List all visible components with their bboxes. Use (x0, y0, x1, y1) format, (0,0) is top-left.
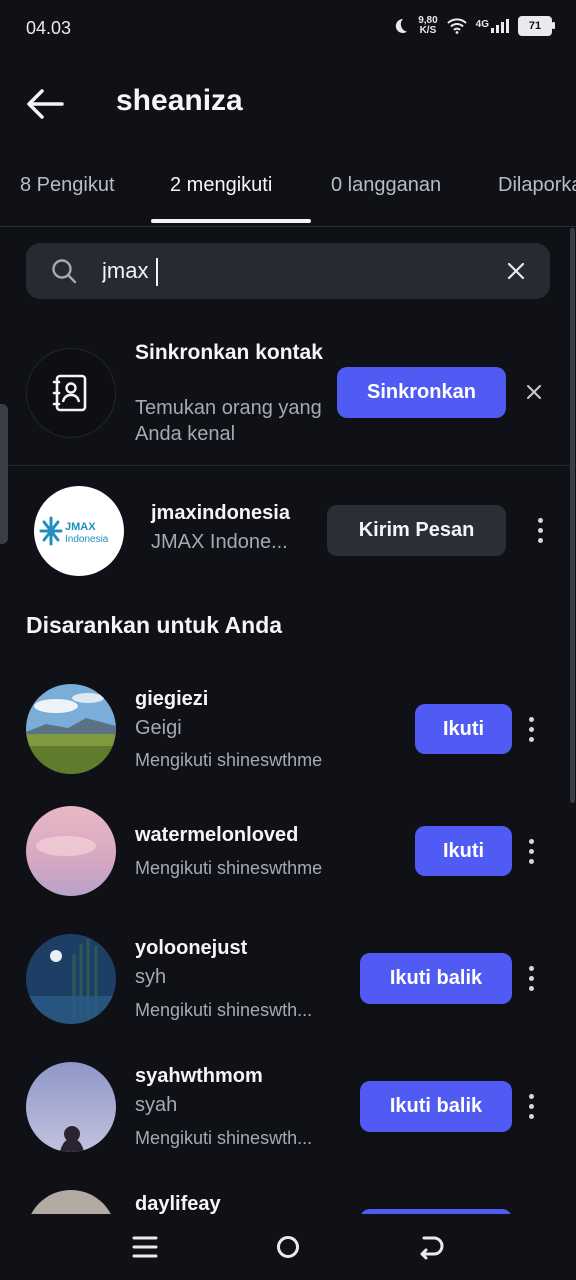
more-options-icon[interactable] (530, 514, 550, 546)
follow-button[interactable]: Ikuti (415, 826, 512, 876)
page-title: sheaniza (116, 84, 243, 117)
jmax-logo-subtext: Indonesia (65, 534, 109, 545)
text-cursor (156, 258, 158, 286)
landscape-photo (26, 684, 116, 774)
scrollbar[interactable] (570, 228, 575, 803)
search-input[interactable] (102, 255, 482, 287)
more-options-icon[interactable] (521, 1090, 541, 1122)
status-icons: 9,80 K/S 4G 71 (391, 16, 555, 36)
contact-book-icon (52, 374, 87, 412)
home-icon[interactable] (273, 1232, 303, 1262)
battery-icon: 71 (518, 16, 555, 36)
back-icon[interactable] (416, 1232, 446, 1262)
suggested-username[interactable]: syahwthmom (135, 1065, 263, 1088)
net-speed: 9,80 K/S (418, 16, 437, 36)
suggested-display-name: syah (135, 1094, 178, 1116)
suggested-section-title: Disarankan untuk Anda (26, 612, 283, 638)
search-icon (52, 259, 77, 284)
divider (0, 465, 576, 466)
tab-following[interactable]: 2 mengikuti (170, 174, 272, 197)
contacts-icon-circle (26, 348, 116, 438)
tab-reported[interactable]: Dilaporkan (498, 174, 576, 197)
suggested-username[interactable]: watermelonloved (135, 824, 298, 847)
jmax-logo-text: JMAX (65, 521, 96, 533)
pink-sky-photo (26, 806, 116, 896)
tab-bar: 8 Pengikut 2 mengikuti 0 langganan Dilap… (0, 150, 576, 227)
dismiss-icon[interactable] (523, 381, 545, 403)
send-message-button[interactable]: Kirim Pesan (327, 505, 506, 556)
sync-subtitle: Temukan orang yang Anda kenal (135, 397, 322, 445)
active-tab-indicator (151, 219, 311, 223)
status-bar: 04.03 9,80 K/S 4G 71 (0, 0, 576, 58)
follow-back-button[interactable]: Ikuti balik (360, 953, 512, 1004)
avatar[interactable] (26, 806, 116, 896)
following-display-name: JMAX Indone... (151, 531, 288, 553)
night-forest-photo (26, 934, 116, 1024)
suggested-display-name: syh (135, 966, 167, 988)
avatar[interactable] (26, 684, 116, 774)
search-bar (26, 243, 550, 299)
net-speed-unit: K/S (419, 25, 437, 36)
wifi-icon (446, 18, 467, 34)
mutual-following: Mengikuti shineswthme (135, 750, 323, 770)
avatar[interactable]: JMAX Indonesia (34, 486, 124, 576)
network-type: 4G (475, 19, 489, 30)
suggested-display-name: Geigi (135, 717, 182, 739)
tab-followers[interactable]: 8 Pengikut (20, 174, 115, 197)
more-options-icon[interactable] (521, 962, 541, 994)
clear-icon[interactable] (504, 259, 528, 283)
back-arrow-icon[interactable] (24, 84, 66, 124)
recent-apps-icon[interactable] (130, 1232, 160, 1262)
more-options-icon[interactable] (521, 713, 541, 745)
do-not-disturb-moon-icon (395, 18, 408, 33)
suggested-username[interactable]: daylifeay (135, 1193, 221, 1216)
more-options-icon[interactable] (521, 835, 541, 867)
sync-title: Sinkronkan kontak (135, 341, 323, 364)
avatar[interactable] (26, 1062, 116, 1152)
suggested-username[interactable]: yoloonejust (135, 937, 247, 960)
tab-subscriptions[interactable]: 0 langganan (331, 174, 441, 197)
jmax-logo: JMAX Indonesia (39, 516, 109, 546)
sync-button[interactable]: Sinkronkan (337, 367, 506, 418)
signal-icon: 4G (476, 19, 509, 33)
edge-panel-handle[interactable] (0, 404, 8, 544)
follow-back-button[interactable]: Ikuti balik (360, 1081, 512, 1132)
mutual-following: Mengikuti shineswthme (135, 858, 323, 878)
follow-button[interactable]: Ikuti (415, 704, 512, 754)
person-silhouette-photo (26, 1062, 116, 1152)
mutual-following: Mengikuti shineswth... (135, 1128, 313, 1148)
avatar[interactable] (26, 934, 116, 1024)
battery-level: 71 (528, 20, 542, 32)
following-username[interactable]: jmaxindonesia (151, 502, 290, 525)
mutual-following: Mengikuti shineswth... (135, 1000, 313, 1020)
suggested-username[interactable]: giegiezi (135, 688, 208, 711)
status-time: 04.03 (26, 18, 72, 38)
